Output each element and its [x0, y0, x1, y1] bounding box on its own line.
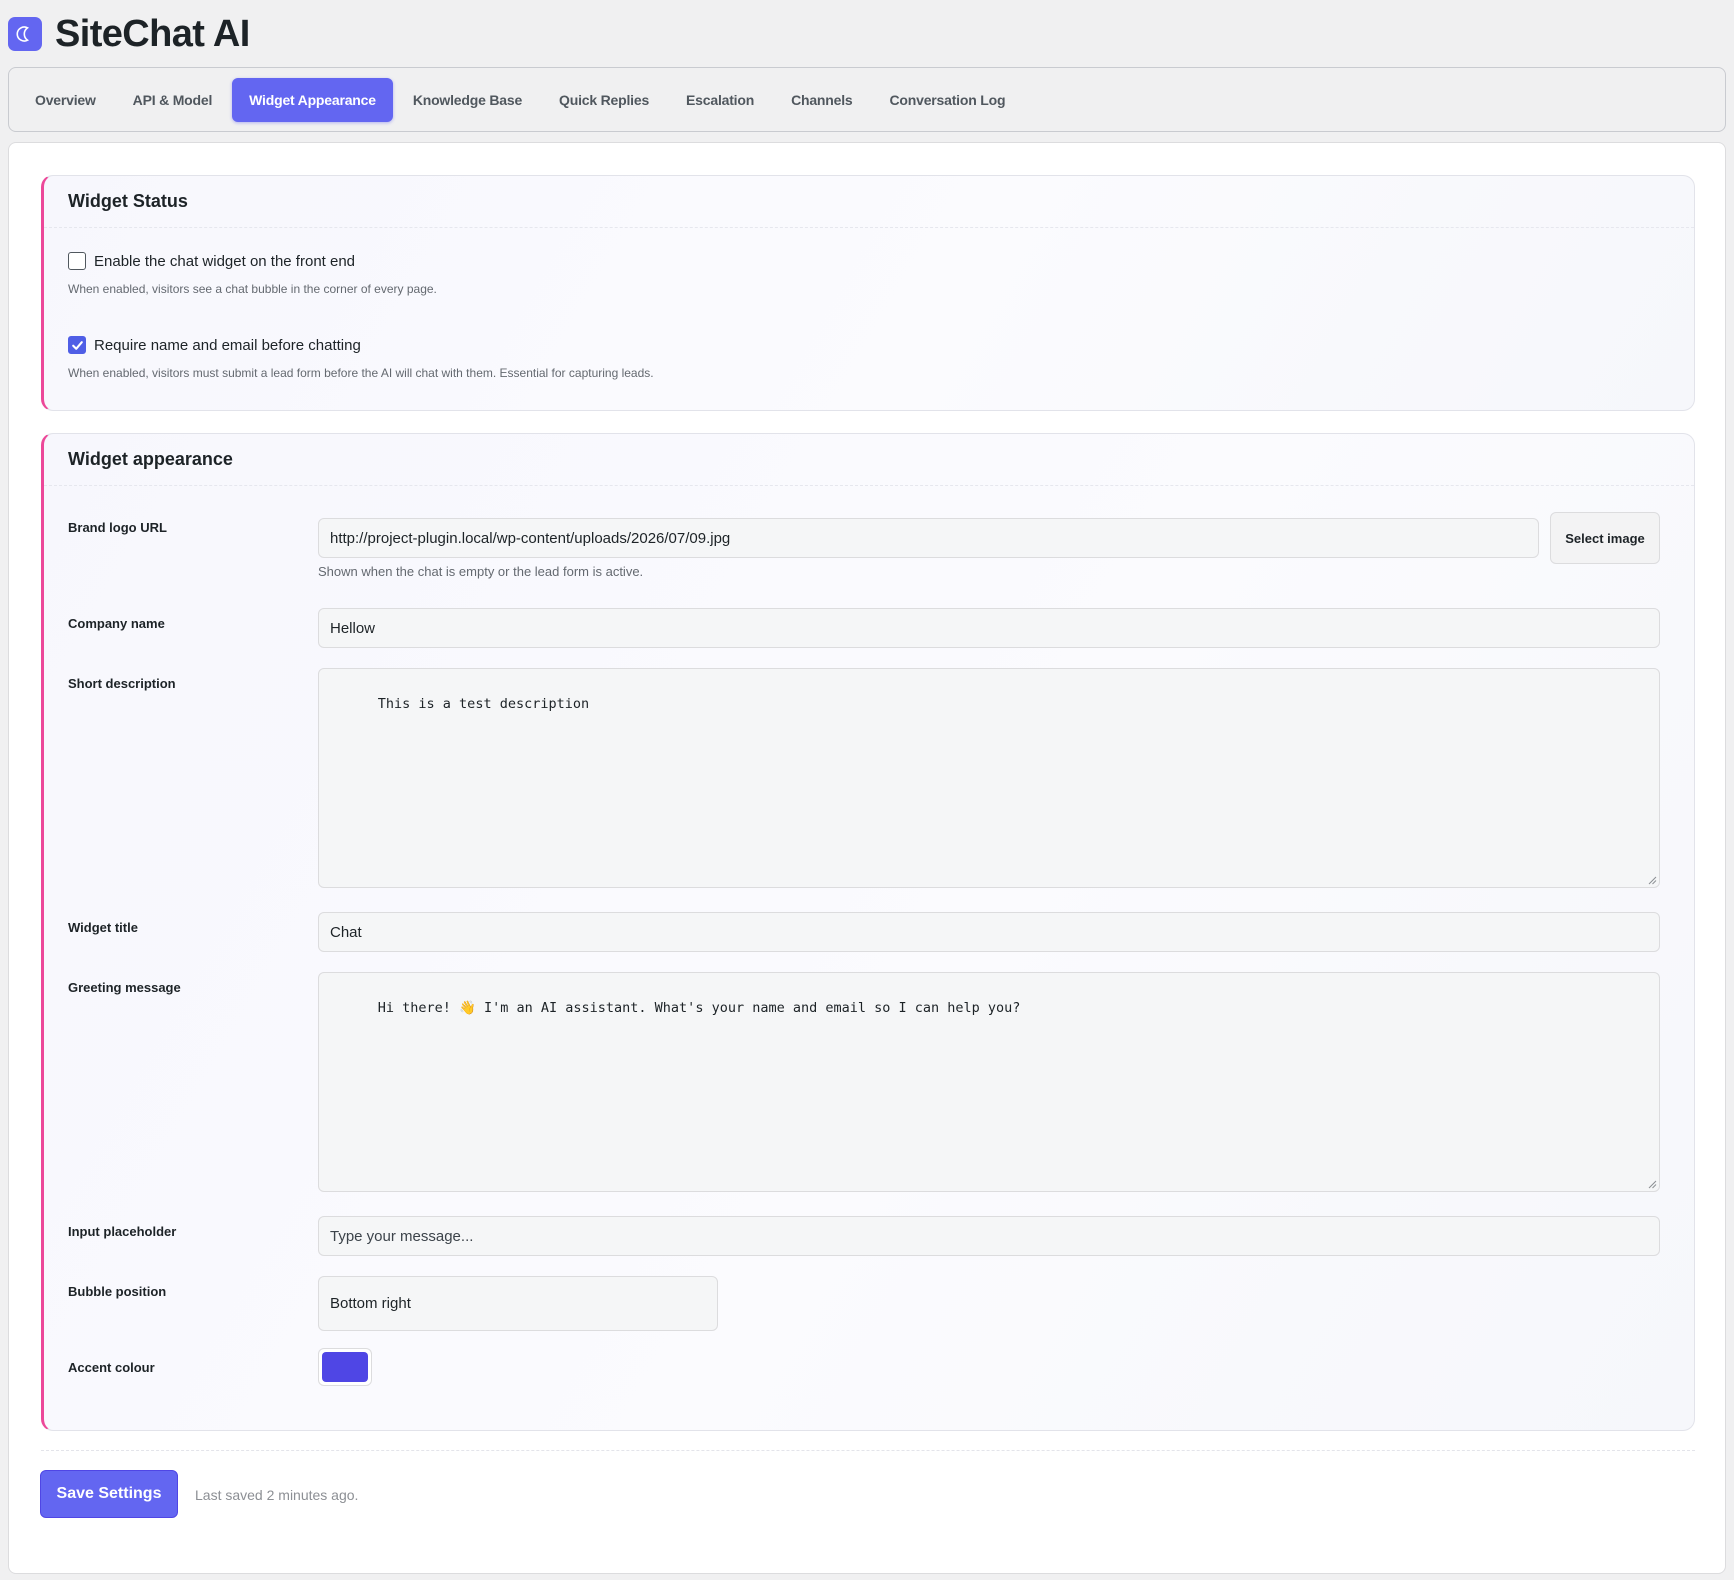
enable-widget-checkbox[interactable]	[68, 252, 86, 270]
greeting-message-text: Hi there! 👋 I'm an AI assistant. What's …	[377, 1000, 1021, 1016]
short-description-label: Short description	[68, 676, 176, 691]
enable-widget-option[interactable]: Enable the chat widget on the front end	[68, 252, 355, 270]
input-placeholder-label: Input placeholder	[68, 1224, 177, 1239]
greeting-message-label: Greeting message	[68, 980, 181, 995]
bubble-position-label: Bubble position	[68, 1284, 167, 1299]
app-header: SiteChat AI	[8, 12, 250, 56]
settings-panel: Widget Status Enable the chat widget on …	[8, 142, 1726, 1574]
brand-logo-label: Brand logo URL	[68, 520, 167, 535]
accent-colour-label: Accent colour	[68, 1360, 155, 1375]
require-lead-checkbox[interactable]	[68, 336, 86, 354]
widget-title-input[interactable]: Chat	[318, 912, 1660, 952]
widget-appearance-card: Widget appearance Brand logo URL http://…	[41, 433, 1695, 1431]
footer-divider	[41, 1450, 1695, 1451]
require-lead-label[interactable]: Require name and email before chatting	[94, 337, 361, 354]
accent-colour-swatch[interactable]	[322, 1352, 368, 1382]
widget-status-title: Widget Status	[68, 191, 188, 211]
bubble-position-select[interactable]: Bottom right	[318, 1276, 718, 1331]
save-status-text: Last saved 2 minutes ago.	[195, 1487, 359, 1503]
accent-colour-picker[interactable]	[318, 1348, 372, 1386]
app-title: SiteChat AI	[55, 12, 250, 55]
settings-tabs: Overview API & Model Widget Appearance K…	[8, 67, 1726, 132]
resize-handle-icon[interactable]	[1648, 1180, 1657, 1189]
require-lead-option[interactable]: Require name and email before chatting	[68, 336, 361, 354]
short-description-text: This is a test description	[377, 696, 590, 712]
checkmark-icon	[71, 340, 83, 350]
widget-title-label: Widget title	[68, 920, 138, 935]
brand-logo-url-input[interactable]: http://project-plugin.local/wp-content/u…	[318, 518, 1539, 558]
tab-widget-appearance[interactable]: Widget Appearance	[232, 77, 393, 122]
resize-handle-icon[interactable]	[1648, 876, 1657, 885]
enable-widget-help: When enabled, visitors see a chat bubble…	[68, 282, 437, 296]
input-placeholder-input[interactable]: Type your message...	[318, 1216, 1660, 1256]
tab-api-model[interactable]: API & Model	[116, 78, 229, 122]
app-logo-icon	[8, 17, 42, 51]
tab-conversation-log[interactable]: Conversation Log	[873, 78, 1023, 122]
enable-widget-label[interactable]: Enable the chat widget on the front end	[94, 253, 355, 270]
tab-knowledge-base[interactable]: Knowledge Base	[396, 78, 539, 122]
save-settings-button[interactable]: Save Settings	[40, 1470, 178, 1518]
select-image-button[interactable]: Select image	[1550, 512, 1660, 564]
tab-overview[interactable]: Overview	[18, 78, 113, 122]
require-lead-help: When enabled, visitors must submit a lea…	[68, 366, 654, 380]
short-description-textarea[interactable]: This is a test description	[318, 668, 1660, 888]
company-name-label: Company name	[68, 616, 165, 631]
company-name-input[interactable]: Hellow	[318, 608, 1660, 648]
greeting-message-textarea[interactable]: Hi there! 👋 I'm an AI assistant. What's …	[318, 972, 1660, 1192]
brand-logo-help: Shown when the chat is empty or the lead…	[318, 564, 644, 579]
tab-channels[interactable]: Channels	[774, 78, 869, 122]
tab-escalation[interactable]: Escalation	[669, 78, 771, 122]
widget-appearance-title: Widget appearance	[68, 449, 233, 469]
widget-status-card: Widget Status Enable the chat widget on …	[41, 175, 1695, 411]
tab-quick-replies[interactable]: Quick Replies	[542, 78, 666, 122]
